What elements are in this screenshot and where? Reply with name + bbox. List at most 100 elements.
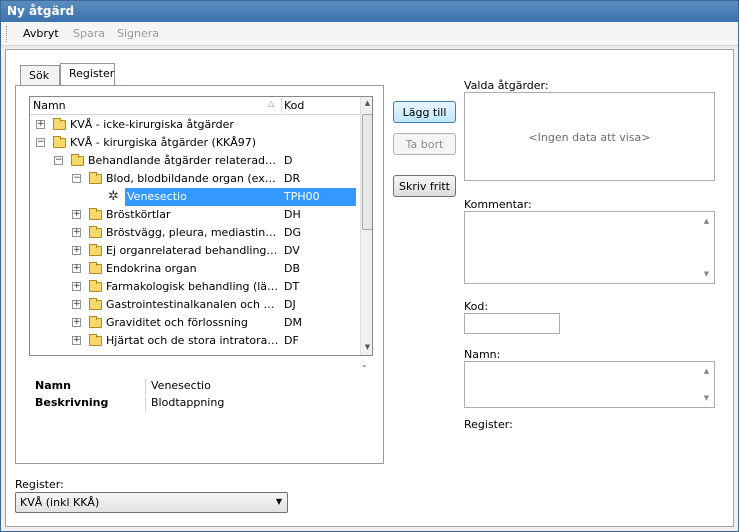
folder-icon <box>89 298 102 310</box>
scroll-down-icon[interactable]: ▼ <box>700 270 713 278</box>
expand-icon[interactable]: + <box>72 246 81 255</box>
tree-row[interactable]: + Endokrina organ DB <box>30 260 360 278</box>
tree-row[interactable]: − Blod, blodbildande organ (exkl. m... D… <box>30 170 360 188</box>
tree-row-code: DM <box>284 316 302 329</box>
expand-icon[interactable]: + <box>72 300 81 309</box>
folder-open-icon <box>89 172 102 184</box>
collapse-icon[interactable]: − <box>36 138 45 147</box>
register-tree[interactable]: Namn △ Kod + KVÅ - icke-kirurgiska åtgär… <box>29 96 373 356</box>
tree-row-code: TPH00 <box>284 190 320 203</box>
tab-register[interactable]: Register <box>60 63 115 85</box>
tree-header: Namn △ Kod <box>30 97 360 115</box>
expand-icon[interactable]: + <box>72 210 81 219</box>
register-select-value: KVÅ (inkl KKÅ) <box>20 496 100 509</box>
folder-icon <box>89 208 102 220</box>
tree-scrollbar[interactable]: ▲ ▼ <box>360 97 372 355</box>
procedure-icon: ✲ <box>108 189 119 204</box>
tree-row-code: DB <box>284 262 301 275</box>
tree-row-code: DF <box>284 334 299 347</box>
expand-icon[interactable]: + <box>72 318 81 327</box>
tree-row[interactable]: + Hjärtat och de stora intratorakal... D… <box>30 332 360 350</box>
name-scrollbar[interactable]: ▲ ▼ <box>700 363 713 406</box>
collapse-icon[interactable]: − <box>72 174 81 183</box>
tree-row-name: Behandlande åtgärder relaterade till ... <box>88 154 280 167</box>
tree-row-name: KVÅ - kirurgiska åtgärder (KKÅ97) <box>70 136 257 149</box>
expand-icon[interactable]: + <box>36 120 45 129</box>
comment-label: Kommentar: <box>464 198 532 211</box>
code-input[interactable] <box>464 313 560 334</box>
tree-row-name: Bröstkörtlar <box>106 208 171 221</box>
name-textarea[interactable]: ▲ ▼ <box>464 361 715 408</box>
scrollbar-thumb[interactable] <box>362 114 372 230</box>
tree-row-name: Hjärtat och de stora intratorakal... <box>106 334 280 347</box>
tree-row[interactable]: + Graviditet och förlossning DM <box>30 314 360 332</box>
tree-row[interactable]: + KVÅ - icke-kirurgiska åtgärder <box>30 116 360 134</box>
folder-icon <box>89 280 102 292</box>
tree-row[interactable]: + Bröstvägg, pleura, mediastinum, ... DG <box>30 224 360 242</box>
expand-icon[interactable]: + <box>72 228 81 237</box>
tree-row-code: D <box>284 154 293 167</box>
expand-icon[interactable]: + <box>72 282 81 291</box>
toolbar-grip <box>6 26 9 42</box>
tree-row-name: Farmakologisk behandling (läkem... <box>106 280 280 293</box>
register-select-label: Register: <box>15 478 64 491</box>
chevron-down-icon[interactable]: ▼ <box>276 497 282 506</box>
tree-row-selected[interactable]: ✲ Venesectio TPH00 <box>30 188 360 206</box>
tree-row-code: DR <box>284 172 301 185</box>
folder-open-icon <box>53 136 66 148</box>
window-title: Ny åtgärd <box>1 1 738 22</box>
comment-textarea[interactable]: ▲ ▼ <box>464 211 715 284</box>
comment-scrollbar[interactable]: ▲ ▼ <box>700 213 713 282</box>
tree-row[interactable]: + Bröstkörtlar DH <box>30 206 360 224</box>
tab-search[interactable]: Sök <box>20 65 60 85</box>
selected-actions-label: Valda åtgärder: <box>464 79 549 92</box>
sign-button[interactable]: Signera <box>117 27 159 40</box>
tree-row[interactable]: + Farmakologisk behandling (läkem... DT <box>30 278 360 296</box>
folder-icon <box>89 262 102 274</box>
tree-row-name: Graviditet och förlossning <box>106 316 248 329</box>
tree-row[interactable]: + Ej organrelaterad behandling (ex... DV <box>30 242 360 260</box>
expand-icon[interactable]: + <box>72 264 81 273</box>
tree-row[interactable]: − Behandlande åtgärder relaterade till .… <box>30 152 360 170</box>
folder-icon <box>89 316 102 328</box>
toolbar-divider <box>1 46 738 48</box>
scroll-up-icon[interactable]: ▲ <box>700 367 713 375</box>
tree-row-name: Bröstvägg, pleura, mediastinum, ... <box>106 226 280 239</box>
remove-button[interactable]: Ta bort <box>393 133 456 155</box>
tree-row-code: DH <box>284 208 301 221</box>
add-button[interactable]: Lägg till <box>393 101 456 123</box>
tree-row-code: DJ <box>284 298 296 311</box>
selected-actions-list[interactable]: <Ingen data att visa> <box>464 92 715 181</box>
tree-row-name: Endokrina organ <box>106 262 197 275</box>
column-header-code[interactable]: Kod <box>284 99 304 112</box>
folder-icon <box>89 334 102 346</box>
expand-icon[interactable]: + <box>72 336 81 345</box>
details-name-label: Namn <box>35 379 71 392</box>
scroll-down-icon[interactable]: ▼ <box>700 394 713 402</box>
register-info-label: Register: <box>464 418 513 431</box>
tree-row[interactable]: − KVÅ - kirurgiska åtgärder (KKÅ97) <box>30 134 360 152</box>
expand-details-icon[interactable]: ⌄ <box>361 360 368 369</box>
save-button[interactable]: Spara <box>73 27 105 40</box>
details-name-value: Venesectio <box>145 379 211 395</box>
folder-open-icon <box>71 154 84 166</box>
tree-row-code: DG <box>284 226 301 239</box>
tree-row[interactable]: + Gastrointestinalkanalen och därtil... … <box>30 296 360 314</box>
tree-row-name: Venesectio <box>127 190 187 203</box>
column-separator <box>281 99 282 113</box>
free-text-button[interactable]: Skriv fritt <box>393 175 456 197</box>
dialog-window: Ny åtgärd Avbryt Spara Signera Sök Regis… <box>0 0 739 532</box>
collapse-icon[interactable]: − <box>54 156 63 165</box>
name-label: Namn: <box>464 348 501 361</box>
column-header-name[interactable]: Namn <box>33 99 66 112</box>
scroll-up-icon[interactable]: ▲ <box>700 217 713 225</box>
sort-ascending-icon: △ <box>268 99 275 108</box>
details-description-label: Beskrivning <box>35 396 109 409</box>
details-panel: Namn Venesectio Beskrivning Blodtappning <box>29 374 373 414</box>
scroll-down-icon[interactable]: ▼ <box>361 343 372 351</box>
folder-icon <box>53 118 66 130</box>
folder-icon <box>89 244 102 256</box>
cancel-button[interactable]: Avbryt <box>23 27 59 40</box>
scroll-up-icon[interactable]: ▲ <box>361 99 372 107</box>
register-select[interactable]: KVÅ (inkl KKÅ) ▼ <box>15 492 288 513</box>
